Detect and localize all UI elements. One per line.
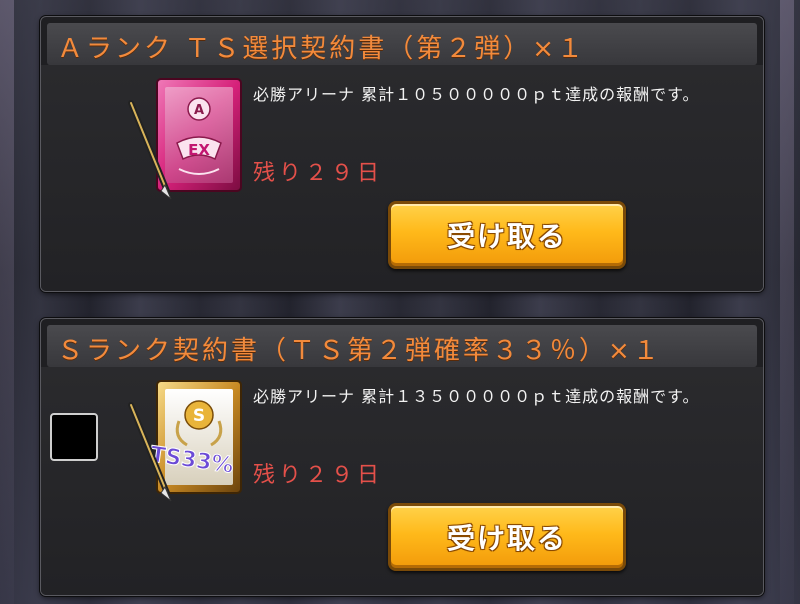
select-checkbox[interactable] [50,413,98,461]
receive-button[interactable]: 受け取る [388,201,626,269]
icon-letter: A [194,103,204,118]
receive-button-label: 受け取る [446,522,567,555]
receive-button[interactable]: 受け取る [388,503,626,571]
reward-title-bar: Ｓランク契約書（ＴＳ第２弾確率３３％）×１ [47,325,757,367]
icon-badge: EX [188,141,210,159]
reward-title: Ｓランク契約書（ＴＳ第２弾確率３３％）×１ [57,336,662,366]
reward-description: 必勝アリーナ 累計１０５０００００ｐｔ達成の報酬です。 [253,85,700,104]
s-rank-contract-icon: S TS33% [121,375,251,505]
receive-button-label: 受け取る [446,220,567,253]
reward-body: S TS33% 必勝アリーナ 累計１３５０００００ｐｔ達成の報酬です。 残り２９… [41,367,763,595]
background-pillar [780,0,794,604]
reward-card-a-rank: Ａランク ＴＳ選択契約書（第２弾）×１ A EX 必勝アリーナ 累計１０５０００… [40,16,764,292]
reward-title-bar: Ａランク ＴＳ選択契約書（第２弾）×１ [47,23,757,65]
reward-title: Ａランク ＴＳ選択契約書（第２弾）×１ [57,34,587,64]
icon-letter: S [193,406,205,426]
reward-card-s-rank: Ｓランク契約書（ＴＳ第２弾確率３３％）×１ S TS33% 必勝アリーナ 累計１… [40,318,764,596]
reward-body: A EX 必勝アリーナ 累計１０５０００００ｐｔ達成の報酬です。 残り２９日 受… [41,65,763,291]
remaining-days: 残り２９日 [253,463,384,488]
background-pillar [0,0,14,604]
reward-description: 必勝アリーナ 累計１３５０００００ｐｔ達成の報酬です。 [253,387,700,406]
a-rank-ts-select-contract-icon: A EX [121,73,251,203]
remaining-days: 残り２９日 [253,161,384,186]
